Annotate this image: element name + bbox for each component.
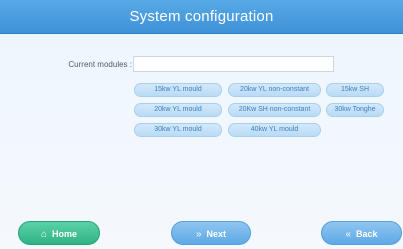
current-modules-label: Current modules :	[68, 60, 132, 69]
back-button-label: Back	[356, 229, 378, 239]
home-button[interactable]: ⌂ Home	[18, 221, 100, 245]
module-option-40kw-yl-mould[interactable]: 40kw YL mould	[228, 123, 321, 137]
double-chevron-left-icon: «	[345, 229, 352, 240]
home-button-label: Home	[52, 229, 78, 239]
system-configuration-screen: System configuration Current modules : 1…	[0, 0, 403, 249]
module-option-15kw-sh[interactable]: 15kw SH	[326, 83, 384, 97]
module-option-30kw-yl-mould[interactable]: 30kw YL mould	[134, 123, 222, 137]
module-option-20kw-yl-non-constant[interactable]: 20kw YL non-constant	[228, 83, 321, 97]
module-option-20kw-yl-mould[interactable]: 20kw YL mould	[134, 103, 222, 117]
title-bar: System configuration	[0, 0, 403, 34]
module-option-30kw-tonghe[interactable]: 30kw Tonghe	[326, 103, 384, 117]
double-chevron-right-icon: »	[195, 229, 202, 240]
module-option-15kw-yl-mould[interactable]: 15kw YL mould	[134, 83, 222, 97]
home-icon: ⌂	[40, 229, 48, 240]
page-title: System configuration	[129, 8, 274, 25]
next-button-label: Next	[206, 229, 227, 239]
module-option-20kw-sh-non-constant[interactable]: 20Kw SH non-constant	[228, 103, 321, 117]
next-button[interactable]: » Next	[171, 221, 251, 245]
back-button[interactable]: « Back	[321, 221, 402, 245]
current-modules-input[interactable]	[133, 56, 334, 72]
